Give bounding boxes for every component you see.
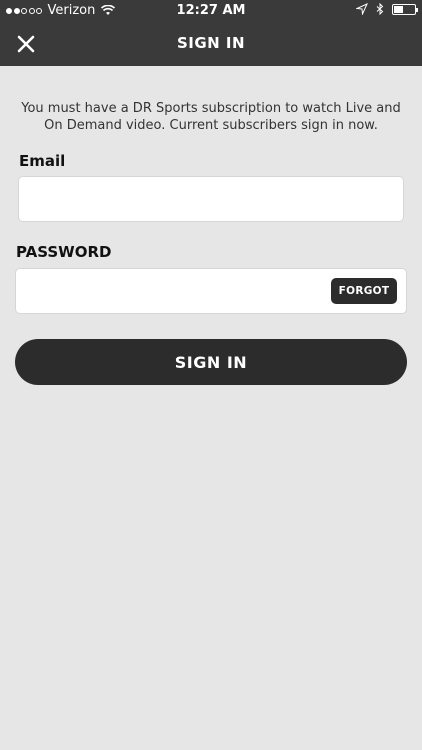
subscription-info-text: You must have a DR Sports subscription t… xyxy=(21,101,401,133)
sign-in-button[interactable]: SIGN IN xyxy=(15,339,407,385)
forgot-password-button[interactable]: FORGOT xyxy=(331,278,397,304)
status-bar: Verizon 12:27 AM xyxy=(0,0,422,22)
password-label: PASSWORD xyxy=(16,243,112,261)
bluetooth-icon xyxy=(376,3,384,15)
navbar: SIGN IN xyxy=(0,22,422,66)
status-right xyxy=(356,3,418,15)
top-bar: Verizon 12:27 AM SIGN IN xyxy=(0,0,422,66)
email-label: Email xyxy=(19,152,66,170)
email-field[interactable] xyxy=(18,176,404,222)
location-arrow-icon xyxy=(356,3,368,15)
page-title: SIGN IN xyxy=(176,34,246,52)
battery-icon xyxy=(392,3,418,15)
